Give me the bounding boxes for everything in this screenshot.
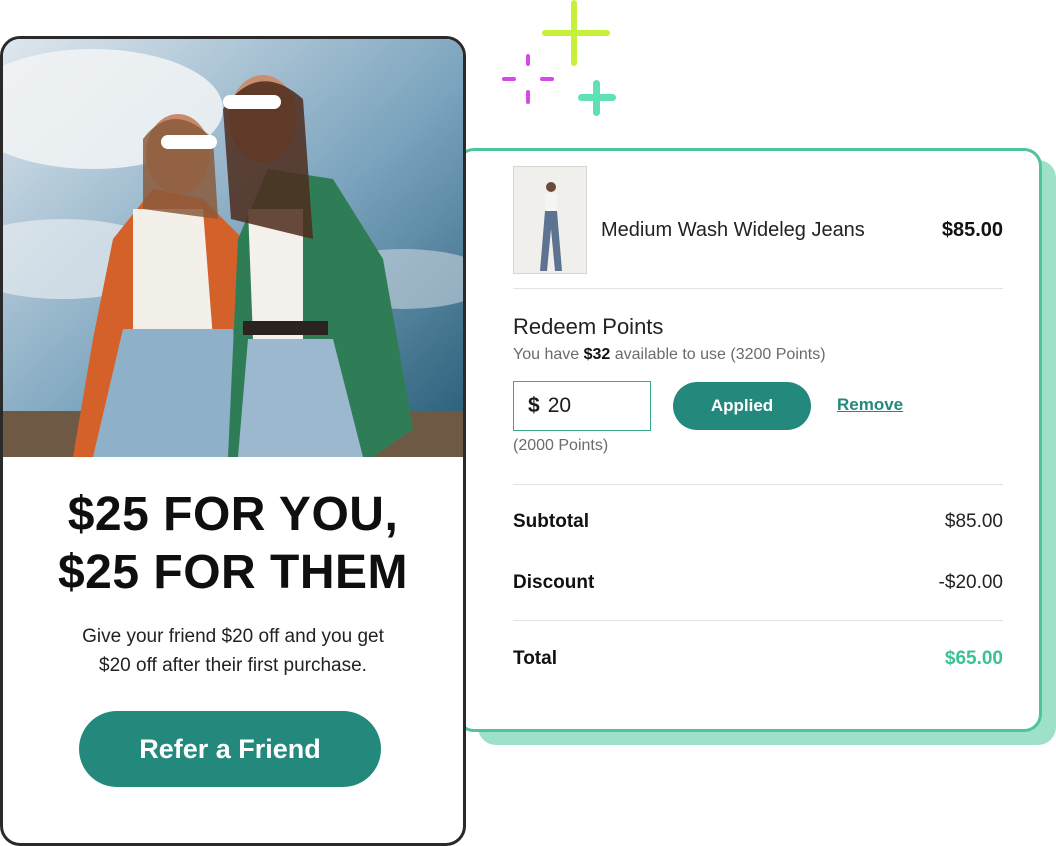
redeem-amount-value[interactable]: 20 xyxy=(548,394,571,418)
remove-link[interactable]: Remove xyxy=(837,395,903,415)
promo-body-line1: Give your friend $20 off and you get xyxy=(82,626,384,647)
subtotal-value: $85.00 xyxy=(944,511,1003,532)
promo-body-line2: $20 off after their first purchase. xyxy=(99,655,367,676)
divider xyxy=(513,484,1003,485)
promo-headline-line2: $25 FOR THEM xyxy=(57,546,409,599)
divider xyxy=(513,288,1003,289)
discount-value: -$20.00 xyxy=(938,572,1003,593)
discount-label: Discount xyxy=(513,572,595,593)
cart-summary-card: Medium Wash Wideleg Jeans $85.00 Redeem … xyxy=(456,148,1042,732)
redeem-amount-input[interactable]: $ 20 xyxy=(513,381,651,431)
sparkle-dashed-magenta-icon xyxy=(502,54,554,104)
points-available-text: You have $32 available to use (3200 Poin… xyxy=(513,346,826,364)
promo-headline-line1: $25 FOR YOU, xyxy=(67,488,399,541)
refer-a-friend-button[interactable]: Refer a Friend xyxy=(79,711,381,787)
subtotal-label: Subtotal xyxy=(513,511,589,532)
points-available-prefix: You have xyxy=(513,346,584,363)
redeem-points-title: Redeem Points xyxy=(513,314,664,339)
total-value: $65.00 xyxy=(944,648,1003,669)
points-available-amount: $32 xyxy=(583,346,611,363)
total-label: Total xyxy=(513,648,557,669)
points-available-suffix: available to use (3200 Points) xyxy=(610,346,826,363)
product-price: $85.00 xyxy=(941,219,1003,241)
referral-promo-card: $25 FOR YOU, $25 FOR THEM Give your frie… xyxy=(0,36,466,846)
applied-button[interactable]: Applied xyxy=(673,382,811,430)
sparkle-plus-mint-icon xyxy=(578,80,616,116)
product-thumbnail[interactable] xyxy=(513,166,587,274)
product-name[interactable]: Medium Wash Wideleg Jeans xyxy=(601,219,865,242)
divider xyxy=(513,620,1003,621)
points-used-note: (2000 Points) xyxy=(513,437,609,454)
currency-symbol: $ xyxy=(528,394,540,417)
promo-photo xyxy=(3,39,463,457)
